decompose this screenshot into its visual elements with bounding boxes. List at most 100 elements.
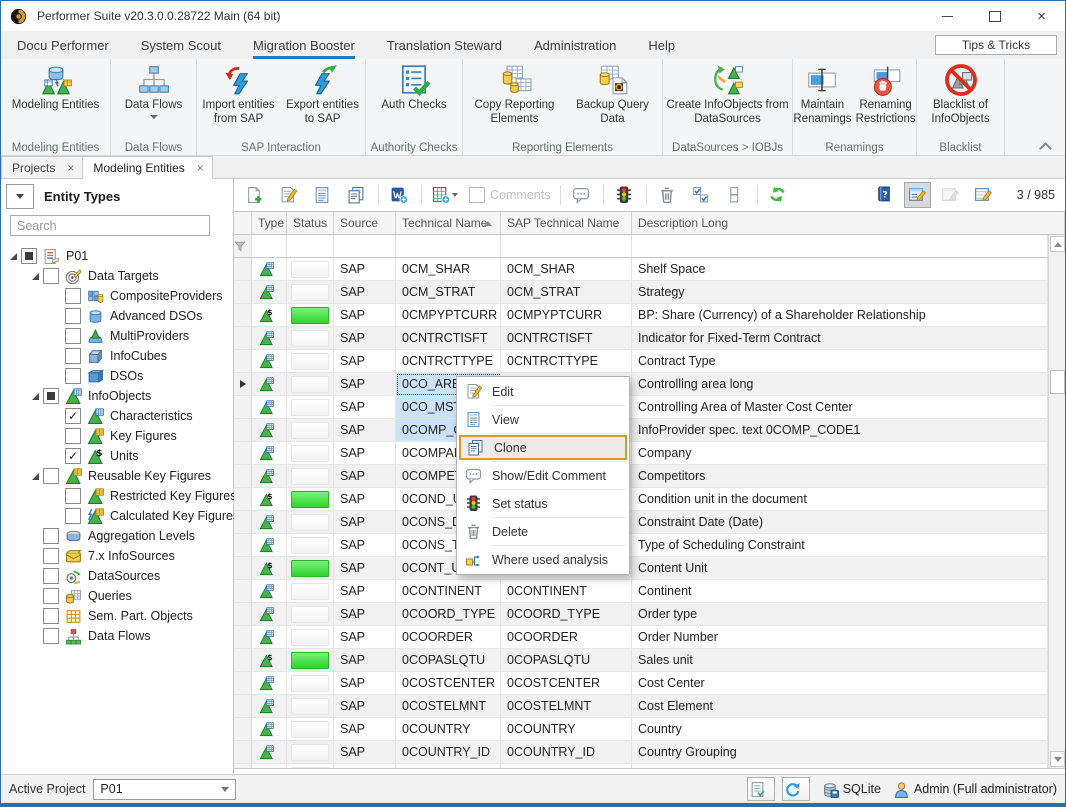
tree-checkbox[interactable]	[43, 628, 59, 644]
tree-expander[interactable]	[27, 269, 43, 283]
table-row[interactable]: SAP0COUNTY_CDE0COUNTY_CDECounty Code	[234, 764, 1048, 768]
tree-item-sem-part-objects[interactable]: Sem. Part. Objects	[1, 606, 233, 626]
tree-item-7-x-infosources[interactable]: 7.x InfoSources	[1, 546, 233, 566]
tree-checkbox[interactable]	[65, 428, 81, 444]
table-row[interactable]: SAP0COMPANYCompany	[234, 442, 1048, 465]
tree-checkbox[interactable]	[43, 568, 59, 584]
table-row[interactable]: $SAP0COND_UNCondition unit in the docume…	[234, 488, 1048, 511]
active-project-select[interactable]: P01	[93, 779, 236, 800]
column-header-type[interactable]: Type	[252, 212, 287, 235]
ribbon-button-create-infoobjects-from-datasources[interactable]: Create InfoObjects from DataSources	[664, 62, 792, 128]
context-menu-item-edit[interactable]: Edit	[459, 379, 627, 404]
column-header-technical-name[interactable]: Technical Name	[396, 212, 501, 235]
excel-export-button[interactable]	[428, 182, 462, 208]
clone-entity-button[interactable]	[342, 182, 369, 208]
tree-item-restricted-key-figures[interactable]: Restricted Key Figures	[1, 486, 233, 506]
edit-entity-button[interactable]	[274, 182, 301, 208]
vertical-scrollbar[interactable]	[1048, 235, 1065, 768]
table-row[interactable]: SAP0COUNTRY0COUNTRYCountry	[234, 718, 1048, 741]
ribbon-button-blacklist-of-infoobjects[interactable]: Blacklist of InfoObjects	[917, 62, 1004, 128]
tree-checkbox[interactable]	[65, 488, 81, 504]
tree-item-characteristics[interactable]: ✓Characteristics	[1, 406, 233, 426]
table-row[interactable]: SAP0COUNTRY_ID0COUNTRY_IDCountry Groupin…	[234, 741, 1048, 764]
scrollbar-thumb[interactable]	[1050, 370, 1065, 394]
help-button[interactable]: ?	[871, 182, 898, 208]
table-row[interactable]: SAP0CM_SHAR0CM_SHARShelf Space	[234, 258, 1048, 281]
tree-item-data-flows[interactable]: Data Flows	[1, 626, 233, 646]
ribbon-button-backup-query-data[interactable]: Backup Query Data	[565, 62, 661, 128]
table-row[interactable]: SAP0CONS_TYType of Scheduling Constraint	[234, 534, 1048, 557]
tree-expander[interactable]	[27, 469, 43, 483]
menu-item-help[interactable]: Help	[648, 31, 675, 59]
tree-checkbox[interactable]	[43, 548, 59, 564]
table-row[interactable]: SAP0CNTRCTISFT0CNTRCTISFTIndicator for F…	[234, 327, 1048, 350]
filter-cell[interactable]	[334, 235, 396, 258]
tips-tricks-button[interactable]: Tips & Tricks	[935, 35, 1057, 55]
layout-alt-button[interactable]	[970, 182, 997, 208]
layout-comment-button[interactable]	[937, 182, 964, 208]
table-row[interactable]: SAP0COORDER0COORDEROrder Number	[234, 626, 1048, 649]
table-row[interactable]: SAP0CM_STRAT0CM_STRATStrategy	[234, 281, 1048, 304]
tree-checkbox[interactable]	[43, 608, 59, 624]
maximize-button[interactable]	[971, 1, 1018, 31]
table-row[interactable]: $SAP0CONT_UNIT0CONT_UNITContent Unit	[234, 557, 1048, 580]
table-row[interactable]: SAP0CO_MST_Controlling Area of Master Co…	[234, 396, 1048, 419]
tree-expander[interactable]	[5, 249, 21, 263]
menu-item-translation-steward[interactable]: Translation Steward	[387, 31, 502, 59]
tree-checkbox[interactable]	[43, 528, 59, 544]
tab-close-icon[interactable]: ×	[197, 161, 204, 175]
tab-close-icon[interactable]: ×	[67, 161, 74, 175]
context-menu-item-where-used-analysis[interactable]: Where used analysis	[459, 547, 627, 572]
ribbon-collapse-button[interactable]	[1041, 141, 1051, 147]
table-row[interactable]: SAP0CONS_DAConstraint Date (Date)	[234, 511, 1048, 534]
table-row[interactable]: SAP0COMPETITCompetitors	[234, 465, 1048, 488]
table-row[interactable]: $SAP0CMPYPTCURR0CMPYPTCURRBP: Share (Cur…	[234, 304, 1048, 327]
tree-checkbox[interactable]	[65, 368, 81, 384]
table-row[interactable]: SAP0COORD_TYPE0COORD_TYPEOrder type	[234, 603, 1048, 626]
ribbon-button-auth-checks[interactable]: Auth Checks	[367, 62, 461, 113]
scroll-up-button[interactable]	[1050, 236, 1065, 252]
tree-item-reusable-key-figures[interactable]: Reusable Key Figures	[1, 466, 233, 486]
ribbon-button-copy-reporting-elements[interactable]: Copy Reporting Elements	[465, 62, 565, 128]
set-status-button[interactable]	[610, 182, 637, 208]
refresh-button[interactable]	[764, 182, 791, 208]
tree-item-datasources[interactable]: DataSources	[1, 566, 233, 586]
checkbox-box[interactable]	[469, 187, 485, 203]
column-header-sap-technical-name[interactable]: SAP Technical Name	[501, 212, 632, 235]
filter-cell[interactable]	[632, 235, 1048, 258]
tree-item-compositeproviders[interactable]: CompositeProviders	[1, 286, 233, 306]
grid-settings-button[interactable]	[747, 777, 775, 801]
delete-button[interactable]	[653, 182, 680, 208]
filter-cell[interactable]	[287, 235, 334, 258]
comments-checkbox[interactable]: Comments	[469, 187, 550, 203]
new-entity-button[interactable]	[240, 182, 267, 208]
context-menu-item-show-edit-comment[interactable]: Show/Edit Comment	[459, 463, 627, 488]
tree-checkbox[interactable]: ✓	[65, 448, 81, 464]
table-row[interactable]: SAP0CONTINENT0CONTINENTContinent	[234, 580, 1048, 603]
menu-item-system-scout[interactable]: System Scout	[141, 31, 221, 59]
tree-item-units[interactable]: ✓$Units	[1, 446, 233, 466]
column-header-status[interactable]: Status	[287, 212, 334, 235]
tree-checkbox[interactable]	[65, 308, 81, 324]
tab-modeling-entities[interactable]: Modeling Entities×	[82, 156, 212, 179]
tree-checkbox[interactable]	[43, 468, 59, 484]
entity-types-dropdown-button[interactable]	[6, 184, 34, 209]
tree-item-dsos[interactable]: DSOs	[1, 366, 233, 386]
filter-cell[interactable]	[396, 235, 501, 258]
tree-checkbox[interactable]	[65, 508, 81, 524]
tree-item-advanced-dsos[interactable]: Advanced DSOs	[1, 306, 233, 326]
table-row[interactable]: SAP0COMP_COInfoProvider spec. text 0COMP…	[234, 419, 1048, 442]
view-entity-button[interactable]	[308, 182, 335, 208]
filter-indicator-cell[interactable]	[234, 235, 252, 258]
tree-checkbox[interactable]: ✓	[65, 408, 81, 424]
tree-checkbox[interactable]	[65, 328, 81, 344]
layout-edit-button[interactable]	[904, 182, 931, 208]
tree-checkbox[interactable]	[43, 268, 59, 284]
tree-item-calculated-key-figures[interactable]: Calculated Key Figures	[1, 506, 233, 526]
search-input[interactable]	[10, 215, 210, 236]
ribbon-button-export-entities-to-sap[interactable]: Export entities to SAP	[280, 62, 365, 128]
tree-checkbox[interactable]	[43, 388, 59, 404]
tree-checkbox[interactable]	[43, 588, 59, 604]
tree-item-data-targets[interactable]: Data Targets	[1, 266, 233, 286]
tree-item-aggregation-levels[interactable]: Aggregation Levels	[1, 526, 233, 546]
